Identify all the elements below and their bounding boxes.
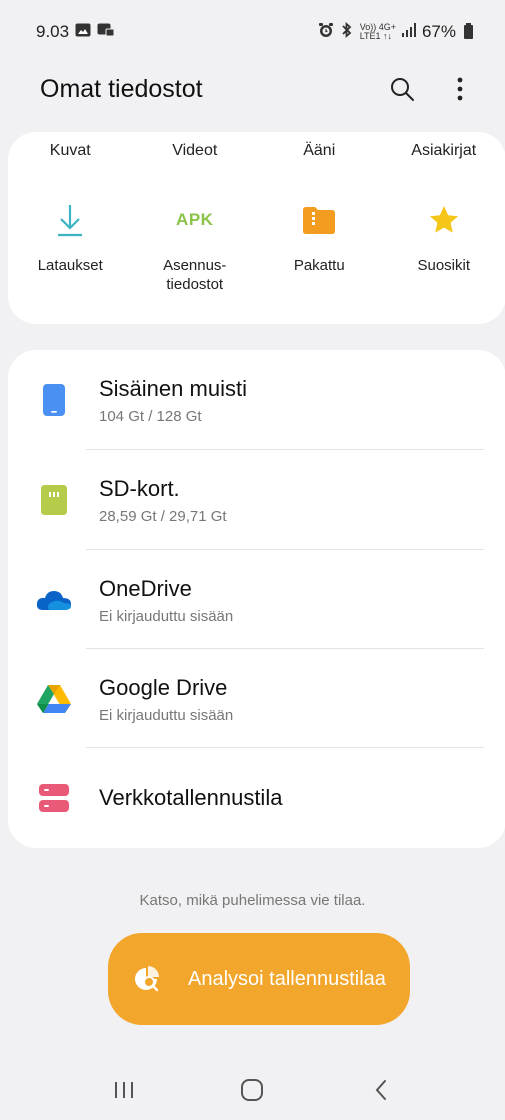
category-downloads-label: Lataukset bbox=[37, 257, 103, 274]
status-right: Vo)) 4G+ LTE1 ↑↓ 67% bbox=[318, 21, 473, 43]
storage-network[interactable]: Verkkotallennustila bbox=[8, 748, 505, 848]
storage-onedrive-status: Ei kirjauduttu sisään bbox=[99, 607, 234, 625]
download-icon bbox=[56, 200, 84, 240]
back-button[interactable] bbox=[361, 1070, 401, 1110]
back-icon bbox=[375, 1080, 386, 1100]
category-installation-files[interactable]: APK Asennus- tiedostot bbox=[133, 200, 258, 294]
categories-card: Kuvat Videot Ääni Asiakirjat Lataukset A… bbox=[8, 132, 505, 324]
network-type-icon: Vo)) 4G+ LTE1 ↑↓ bbox=[360, 23, 396, 41]
analyze-hint: Katso, mikä puhelimessa vie tilaa. bbox=[139, 892, 366, 909]
alarm-icon bbox=[318, 22, 334, 43]
storage-google-drive-text: Google Drive Ei kirjauduttu sisään bbox=[99, 675, 233, 724]
system-nav-bar bbox=[0, 1060, 505, 1120]
status-time: 9.03 bbox=[36, 22, 70, 41]
recent-apps-icon bbox=[115, 1082, 134, 1098]
home-button[interactable] bbox=[232, 1070, 272, 1110]
category-favorites-label: Suosikit bbox=[417, 257, 471, 274]
storage-onedrive-text: OneDrive Ei kirjauduttu sisään bbox=[99, 576, 233, 625]
search-button[interactable] bbox=[387, 74, 417, 104]
signal-icon bbox=[401, 22, 416, 42]
category-installation-files-label: Asennus- tiedostot bbox=[163, 257, 227, 293]
storage-internal-text: Sisäinen muisti 104 Gt / 128 Gt bbox=[99, 376, 247, 425]
storage-google-drive-status: Ei kirjauduttu sisään bbox=[99, 706, 234, 724]
star-icon bbox=[428, 200, 460, 240]
onedrive-icon bbox=[36, 580, 72, 620]
storage-sd-title: SD-kort. bbox=[99, 475, 180, 501]
storage-network-text: Verkkotallennustila bbox=[99, 785, 282, 811]
page-title: Omat tiedostot bbox=[40, 74, 203, 103]
recent-apps-button[interactable] bbox=[104, 1070, 144, 1110]
gallery-notification-icon bbox=[75, 22, 91, 42]
storage-onedrive-title: OneDrive bbox=[99, 575, 192, 601]
storage-analysis-icon bbox=[132, 964, 162, 994]
network-storage-icon bbox=[36, 778, 72, 818]
network-bottom-label: LTE1 ↑↓ bbox=[359, 31, 393, 41]
analyze-storage-button[interactable]: Analysoi tallennustilaa bbox=[108, 933, 410, 1025]
storage-google-drive-title: Google Drive bbox=[99, 674, 228, 700]
category-documents[interactable]: Asiakirjat bbox=[382, 142, 505, 160]
bluetooth-icon bbox=[340, 21, 354, 43]
storage-network-title: Verkkotallennustila bbox=[99, 785, 283, 810]
storage-onedrive[interactable]: OneDrive Ei kirjauduttu sisään bbox=[8, 550, 505, 650]
category-compressed-label: Pakattu bbox=[293, 257, 345, 274]
category-text-row: Kuvat Videot Ääni Asiakirjat bbox=[8, 142, 505, 160]
category-images[interactable]: Kuvat bbox=[8, 142, 133, 160]
folder-zip-icon bbox=[303, 200, 336, 240]
battery-icon bbox=[464, 23, 473, 39]
status-bar: 9.03 Vo)) 4G+ LTE1 ↑↓ 67% bbox=[0, 0, 505, 64]
battery-percent: 67% bbox=[421, 22, 456, 41]
category-favorites[interactable]: Suosikit bbox=[382, 200, 505, 294]
app-header: Omat tiedostot bbox=[0, 64, 505, 114]
status-left: 9.03 bbox=[36, 22, 115, 42]
screenshot-notification-icon bbox=[97, 22, 115, 42]
search-icon bbox=[391, 78, 414, 101]
storage-card: Sisäinen muisti 104 Gt / 128 Gt SD-kort.… bbox=[8, 350, 505, 848]
category-audio[interactable]: Ääni bbox=[257, 142, 382, 160]
storage-sd-usage: 28,59 Gt / 29,71 Gt bbox=[99, 507, 227, 525]
google-drive-icon bbox=[36, 679, 72, 719]
storage-internal[interactable]: Sisäinen muisti 104 Gt / 128 Gt bbox=[8, 350, 505, 450]
more-options-button[interactable] bbox=[445, 74, 475, 104]
phone-icon bbox=[36, 380, 72, 420]
more-vert-icon bbox=[457, 77, 463, 101]
category-icon-row: Lataukset APK Asennus- tiedostot Pakattu… bbox=[8, 200, 505, 294]
storage-internal-title: Sisäinen muisti bbox=[99, 375, 247, 401]
sd-card-icon bbox=[36, 480, 72, 520]
storage-google-drive[interactable]: Google Drive Ei kirjauduttu sisään bbox=[8, 649, 505, 749]
category-compressed[interactable]: Pakattu bbox=[257, 200, 382, 294]
header-actions bbox=[387, 74, 475, 104]
analyze-storage-label: Analysoi tallennustilaa bbox=[188, 968, 386, 990]
category-videos[interactable]: Videot bbox=[133, 142, 258, 160]
apk-icon-text: APK bbox=[176, 210, 214, 229]
storage-sd-card[interactable]: SD-kort. 28,59 Gt / 29,71 Gt bbox=[8, 450, 505, 550]
category-downloads[interactable]: Lataukset bbox=[8, 200, 133, 294]
storage-internal-usage: 104 Gt / 128 Gt bbox=[99, 407, 202, 425]
home-icon bbox=[241, 1079, 264, 1101]
storage-sd-text: SD-kort. 28,59 Gt / 29,71 Gt bbox=[99, 476, 227, 525]
apk-icon: APK bbox=[176, 200, 213, 240]
